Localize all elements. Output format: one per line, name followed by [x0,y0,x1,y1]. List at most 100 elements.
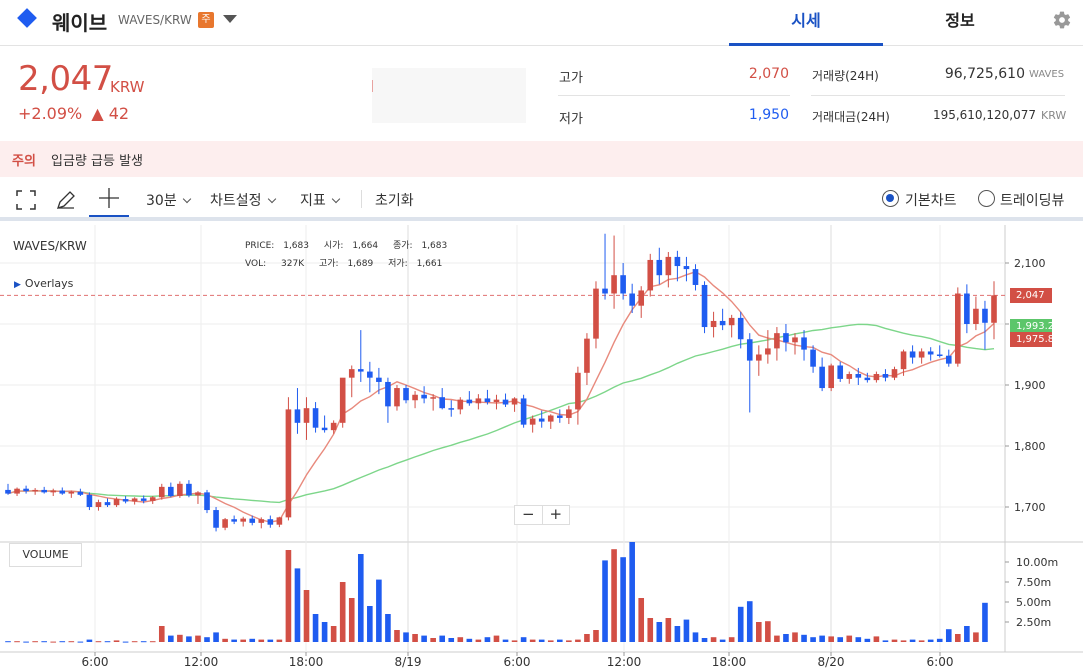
radio-selected-dot [886,194,894,202]
candle-body [367,371,373,378]
fullscreen-icon[interactable] [16,190,36,210]
pencil-icon[interactable] [55,189,77,211]
volume-bar [484,637,491,642]
volume-bar [547,640,554,642]
crosshair-tool[interactable] [89,178,129,217]
candle-body [882,374,889,378]
candle-body [168,486,174,497]
coin-pair[interactable]: WAVES/KRW [118,13,192,27]
high-label: 고가 [559,71,583,86]
tab-info[interactable]: 정보 [883,0,1037,46]
volume-bar [728,637,735,642]
coin-name[interactable]: 웨이브 [52,7,107,36]
volume-panel-label[interactable]: VOLUME [9,543,82,567]
volume-bar [556,639,563,642]
candle-body [737,317,744,340]
volume-bar [412,634,418,642]
volume-bar [882,640,889,642]
candle-body [23,488,29,492]
candlestick-chart[interactable]: 6:00 12:00 18:00 8/19 6:00 12:00 18:00 8/20 6:00… [0,225,1083,672]
candle-body [122,499,129,502]
candle-body [140,498,147,501]
candle-body [14,488,20,494]
candle-body [593,288,599,339]
volume-bar [376,579,382,642]
trading-view-label[interactable]: 트레이딩뷰 [1000,190,1064,210]
volume-bar [367,606,373,642]
reset-button[interactable]: 초기화 [375,190,414,210]
ohlc-open-label: 시가: [323,241,344,251]
candle-body [448,408,455,410]
volume-bar [149,641,156,643]
price-tick-label: 2,100 [1014,257,1046,270]
zoom-in-button[interactable]: + [543,506,570,524]
price-chart[interactable]: 6:00 12:00 18:00 8/19 6:00 12:00 18:00 8/20 6:00… [0,225,1083,672]
candle-body [602,288,608,294]
zoom-control: − + [514,505,570,525]
time-tick-label: 8/20 [818,655,845,669]
notice-text: 입금량 급등 발생 [51,154,143,169]
volume-bar [900,640,907,642]
volume-bar [620,557,626,642]
indicators-dropdown[interactable]: 지표 [300,190,341,210]
candle-body [792,337,798,343]
volume-bar [746,601,753,642]
chart-toolbar: 30분 차트설정 지표 초기화 기본차트 트레이딩뷰 [0,178,1083,221]
volume-bar [240,639,246,642]
notice-tag: 주의 [12,154,36,169]
volume-bar [86,639,93,642]
volume-bar [828,636,834,642]
volume-bar [5,641,11,643]
ohlc-vol: 327K [281,259,305,269]
ohlc-readout: PRICE: 1,683 시가: 1,664 종가: 1,683 VOL: 32… [245,237,447,273]
tab-quote[interactable]: 시세 [729,0,883,46]
candle-body [385,381,391,407]
gear-icon[interactable] [1052,10,1072,30]
candle-body [158,486,165,498]
volume-bar [222,638,228,642]
volume-bar [59,641,66,643]
caution-badge: 주 [198,12,214,28]
candle-body [95,502,102,507]
current-price: 2,047 [18,59,113,99]
stat-divider [811,95,1065,96]
trading-view-radio[interactable] [978,190,995,207]
volume-bar [719,639,726,642]
volume-bar [158,626,165,642]
candle-body [177,483,183,497]
volume-bar [792,632,798,642]
mini-chart-mark [372,80,373,92]
candle-body [475,398,482,404]
ohlc-price: 1,683 [283,241,309,251]
candle-body [376,377,382,382]
volume-bar [403,632,409,642]
basic-chart-label[interactable]: 기본차트 [905,190,957,210]
volume-bar [737,606,744,642]
candle-body [276,517,283,525]
volume-bar [249,638,256,642]
low-value: 1,950 [748,107,789,123]
candle-body [285,409,292,518]
zoom-out-button[interactable]: − [515,506,543,524]
overlays-toggle[interactable]: ▶ Overlays [14,277,73,290]
candle-body [32,489,38,492]
coin-dropdown-icon[interactable] [223,15,237,23]
volume-bar [683,619,690,642]
volume-bar [177,634,183,642]
candle-body [674,256,681,267]
volume-bar [41,641,47,643]
basic-chart-radio[interactable] [882,190,899,207]
candle-body [186,483,192,496]
candle-body [267,519,274,525]
candle-body [357,369,364,372]
interval-dropdown[interactable]: 30분 [146,190,191,210]
candle-body [647,259,654,291]
chart-settings-dropdown[interactable]: 차트설정 [210,190,276,210]
volume-bar [122,641,129,643]
candle-body [964,293,970,324]
volume-bar [945,629,952,642]
volume-bar [385,614,391,642]
overlays-label: Overlays [24,277,74,290]
candle-body [511,398,518,405]
volume-bar [520,637,527,642]
